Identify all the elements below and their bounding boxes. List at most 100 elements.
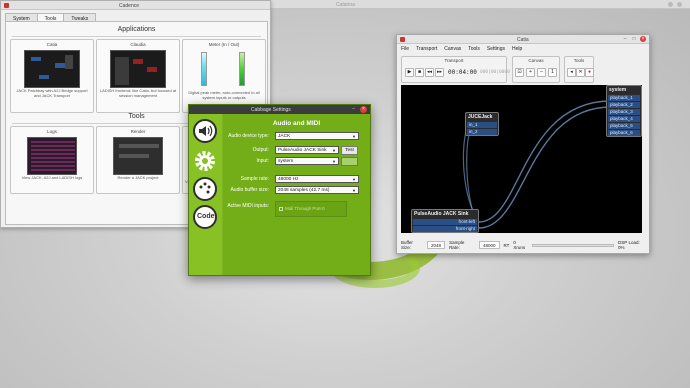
background-window-title: Catarina [336, 2, 355, 8]
app-desc: Digital peak meter, auto-connected to al… [188, 90, 260, 100]
device-type-row: Audio device type: JACK ▼ [223, 132, 370, 141]
sample-rate-value: 48000 Hz [278, 177, 299, 182]
app-name: Claudia [130, 42, 146, 47]
zoom-fit-icon[interactable]: ⊡ [515, 68, 524, 77]
midi-inputs-label: Active MIDI inputs: [227, 203, 269, 209]
output-label: Output: [252, 147, 269, 153]
menu-help[interactable]: Help [512, 46, 522, 52]
port[interactable]: playback_4 [608, 116, 640, 122]
app-card-meter[interactable]: Meter (In / Out) Digital peak meter, aut… [182, 39, 266, 113]
code-icon[interactable]: Code [193, 205, 217, 229]
zoom-out-icon[interactable]: – [537, 68, 546, 77]
gear-icon[interactable] [193, 149, 217, 173]
port[interactable]: playback_6 [608, 130, 640, 136]
app-card-claudia[interactable]: Claudia LADISH frontend; like Catia, but… [96, 39, 180, 113]
app-name: Meter (In / Out) [208, 42, 240, 47]
input-row: Input: system ▼ [223, 157, 370, 166]
play-icon[interactable]: ▶ [405, 68, 414, 77]
transport-bbt: 000|00|0000 [480, 70, 510, 75]
menu-file[interactable]: File [401, 46, 409, 52]
midi-input-item[interactable]: Midi Through Port-0 [279, 206, 325, 211]
port[interactable]: front-right [413, 226, 477, 232]
buffer-size-select[interactable]: 2048 [427, 241, 446, 249]
audio-midi-heading: Audio and MIDI [272, 120, 321, 127]
dsp-load-text: DSP Load: 0% [618, 240, 640, 250]
close-icon[interactable]: × [640, 36, 646, 42]
sample-rate-row: Sample rate: 48000 Hz ▼ [223, 175, 370, 184]
tool-desc: Render a JACK project [117, 175, 159, 180]
node-title: JUCEJack [468, 114, 493, 120]
close-icon[interactable] [677, 2, 682, 7]
port[interactable]: playback_5 [608, 123, 640, 129]
reset-icon[interactable]: ✕ [576, 68, 585, 77]
checkbox[interactable] [279, 206, 283, 211]
test-button[interactable]: Test [341, 146, 358, 155]
canvas-group: Canvas ⊡ + – 1 [512, 56, 560, 83]
forward-icon[interactable]: ▸▸ [435, 68, 444, 77]
menu-tools[interactable]: Tools [468, 46, 480, 52]
audio-midi-panel: Audio and MIDI Audio device type: JACK ▼… [223, 114, 370, 275]
transport-group: Transport ▶ ■ ◂◂ ▸▸ 00:04:00 000|00|0000 [401, 56, 510, 83]
catia-menubar: File Transport Canvas Tools Settings Hel… [397, 44, 649, 53]
tool-desc: View JACK, A2J and LADISH logs [21, 175, 83, 180]
chevron-down-icon: ▼ [332, 159, 336, 164]
menu-transport[interactable]: Transport [416, 46, 437, 52]
meter-preview [183, 50, 265, 90]
sample-rate-label: Sample Rate: [449, 240, 465, 250]
catia-statusbar: Buffer Size: 2048 Sample Rate: 48000 RT … [401, 240, 646, 250]
chevron-down-icon: ▼ [352, 177, 356, 182]
minimize-icon[interactable]: – [622, 36, 628, 42]
zoom-reset-icon[interactable]: 1 [548, 68, 557, 77]
speaker-icon[interactable] [193, 119, 217, 143]
buffer-size-select[interactable]: 2048 samples (42.7 ms) ▼ [275, 186, 359, 194]
menu-canvas[interactable]: Canvas [444, 46, 461, 52]
device-type-value: JACK [278, 134, 291, 139]
app-card-catia[interactable]: Catia JACK Patchbay with A2J Bridge supp… [10, 39, 94, 113]
close-icon[interactable]: × [360, 106, 367, 113]
patchbay-canvas[interactable]: system playback_1 playback_2 playback_3 … [401, 85, 642, 233]
chevron-down-icon: ▼ [352, 188, 356, 193]
device-type-select[interactable]: JACK ▼ [275, 132, 359, 140]
node-pulseaudio[interactable]: PulseAudio JACK Sink front-left front-ri… [411, 209, 479, 233]
jack-icon[interactable]: ◂ [567, 68, 576, 77]
buffer-size-label: Audio buffer size: [230, 187, 269, 193]
node-jucejack[interactable]: JUCEJack in_1 in_2 [465, 112, 499, 136]
menu-settings[interactable]: Settings [487, 46, 505, 52]
tool-card-logs[interactable]: Logs View JACK, A2J and LADISH logs [10, 126, 94, 194]
catia-app-icon [400, 37, 405, 42]
tools-group: Tools ◂ ✕ ● [564, 56, 594, 83]
input-select[interactable]: system ▼ [275, 157, 339, 165]
tool-card-render[interactable]: Render Render a JACK project [96, 126, 180, 194]
sample-rate-select[interactable]: 48000 [478, 241, 500, 249]
app-name: Catia [46, 42, 58, 47]
stop-icon[interactable]: ■ [415, 68, 424, 77]
rewind-icon[interactable]: ◂◂ [425, 68, 434, 77]
buffer-size-label: Buffer Size: [401, 240, 413, 250]
cadence-titlebar: Cadence [1, 1, 270, 10]
zoom-in-icon[interactable]: + [526, 68, 535, 77]
device-type-label: Audio device type: [228, 133, 269, 139]
cadence-title: Cadence [119, 3, 140, 9]
app-desc: LADISH frontend; like Catia, but focused… [99, 88, 177, 98]
port[interactable]: playback_3 [608, 109, 640, 115]
minimize-icon[interactable]: – [350, 106, 357, 113]
maximize-icon[interactable]: □ [631, 36, 637, 42]
record-icon[interactable]: ● [585, 68, 594, 77]
port[interactable]: playback_1 [608, 95, 640, 101]
minimize-icon[interactable] [668, 2, 673, 7]
port[interactable]: in_1 [467, 122, 497, 128]
output-select[interactable]: PulseAudio JACK Sink ▼ [275, 146, 339, 154]
palette-icon[interactable] [193, 177, 217, 201]
port[interactable]: in_2 [467, 129, 497, 135]
sample-rate-select[interactable]: 48000 Hz ▼ [275, 175, 359, 183]
tool-name: Render [130, 129, 146, 134]
port[interactable]: front-left [413, 219, 477, 225]
output-value: PulseAudio JACK Sink [278, 148, 327, 153]
input-label: Input: [256, 158, 269, 164]
input-level-meter [341, 157, 358, 166]
cadence-app-icon [4, 3, 9, 8]
catia-titlebar: Catia – □ × [397, 35, 649, 44]
node-system[interactable]: system playback_1 playback_2 playback_3 … [606, 85, 642, 137]
divider [12, 36, 261, 37]
port[interactable]: playback_2 [608, 102, 640, 108]
